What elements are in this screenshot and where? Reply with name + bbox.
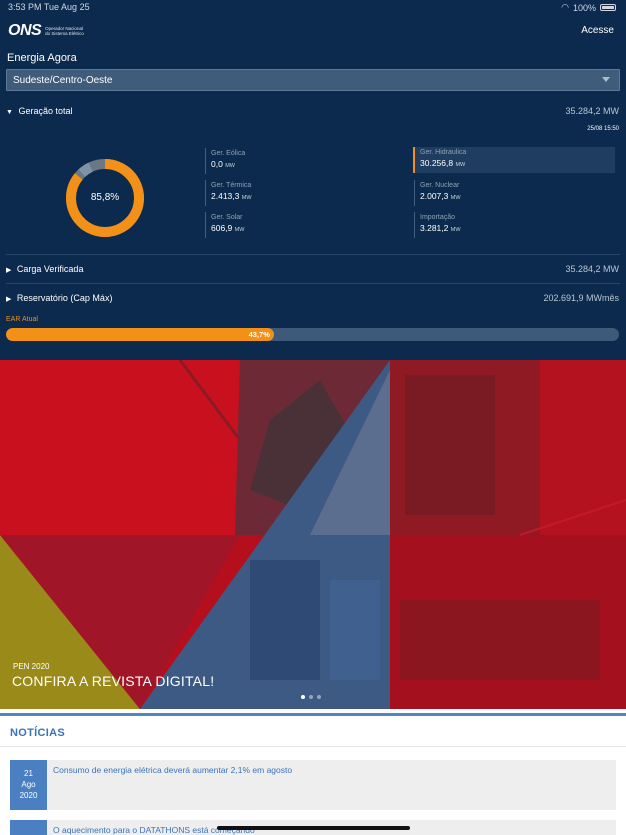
reservatorio-toggle[interactable]: ▶ Reservatório (Cap Máx) 202.691,9 MWmês xyxy=(6,293,619,303)
status-bar: 3:53 PM Tue Aug 25 ◠ 100% xyxy=(0,0,626,14)
divider xyxy=(6,283,620,284)
gen-item-hidraulica[interactable]: Ger. Hidraulica 30.256,8 MW xyxy=(413,147,615,173)
news-headline[interactable]: Consumo de energia elétrica deverá aumen… xyxy=(53,765,292,775)
gen-item-label: Ger. Nuclear xyxy=(420,182,460,189)
news-month: Ago xyxy=(21,780,36,789)
status-date: Tue Aug 25 xyxy=(43,2,90,12)
reservatorio-label: Reservatório (Cap Máx) xyxy=(16,293,113,303)
gen-item-termica[interactable]: Ger. Térmica 2.413,3 MW xyxy=(205,180,405,206)
gen-item-label: Ger. Solar xyxy=(211,214,243,221)
chevron-down-icon xyxy=(602,77,610,82)
gen-item-value: 2.007,3 MW xyxy=(420,191,461,201)
carousel-dots xyxy=(301,695,321,699)
hero-banner[interactable]: PEN 2020 CONFIRA A REVISTA DIGITAL! xyxy=(0,360,626,709)
gen-item-value: 3.281,2 MW xyxy=(420,223,461,233)
divider xyxy=(0,746,626,747)
status-time: 3:53 PM xyxy=(8,2,42,12)
carga-label: Carga Verificada xyxy=(16,264,84,274)
logo-text: Operador Nacional do Sistema Elétrico xyxy=(45,26,84,36)
news-year: 2020 xyxy=(19,791,38,800)
donut-center-label: 85,8% xyxy=(90,192,120,203)
divider xyxy=(6,254,620,255)
gen-item-label: Ger. Eólica xyxy=(211,150,246,157)
hero-image xyxy=(0,360,626,709)
ear-label: EAR Atual xyxy=(6,316,38,323)
geracao-total-toggle[interactable]: ▼ Geração total 35.284,2 MW xyxy=(6,106,619,116)
news-accent-rule xyxy=(0,713,626,716)
news-section: NOTÍCIAS 21 Ago 2020 Consumo de energia … xyxy=(0,709,626,835)
energy-panel: ONS Operador Nacional do Sistema Elétric… xyxy=(0,14,626,360)
geracao-total-label: Geração total xyxy=(18,106,73,116)
triangle-right-icon: ▶ xyxy=(6,296,12,303)
region-select[interactable]: Sudeste/Centro-Oeste xyxy=(6,69,620,91)
home-indicator[interactable] xyxy=(217,826,410,830)
section-title: Energia Agora xyxy=(7,52,77,64)
status-time-date: 3:53 PM Tue Aug 25 xyxy=(8,2,90,12)
battery-icon xyxy=(600,4,616,11)
update-timestamp: 25/08 15:50 xyxy=(587,126,619,132)
news-day: 21 xyxy=(24,769,33,778)
wifi-icon: ◠ xyxy=(561,2,569,12)
gen-item-label: Ger. Térmica xyxy=(211,182,252,189)
gen-item-nuclear[interactable]: Ger. Nuclear 2.007,3 MW xyxy=(414,180,614,206)
app-header: ONS Operador Nacional do Sistema Elétric… xyxy=(8,20,614,42)
gen-item-value: 0,0 MW xyxy=(211,159,235,169)
login-link[interactable]: Acesse xyxy=(581,25,614,36)
hero-title: CONFIRA A REVISTA DIGITAL! xyxy=(12,673,215,689)
carga-verificada-toggle[interactable]: ▶ Carga Verificada 35.284,2 MW xyxy=(6,264,619,274)
ear-progress-fill: 43,7% xyxy=(6,328,274,341)
battery-percent: 100% xyxy=(572,2,596,13)
triangle-down-icon: ▼ xyxy=(6,109,13,116)
gen-item-eolica[interactable]: Ger. Eólica 0,0 MW xyxy=(205,148,405,174)
carousel-dot[interactable] xyxy=(301,695,305,699)
gen-item-label: Importação xyxy=(420,214,456,221)
gen-item-value: 30.256,8 MW xyxy=(420,158,466,168)
news-card[interactable]: 21 Ago 2020 Consumo de energia elétrica … xyxy=(10,760,616,810)
gen-item-importacao[interactable]: Importação 3.281,2 MW xyxy=(414,212,614,238)
news-date xyxy=(10,820,47,835)
triangle-right-icon: ▶ xyxy=(6,267,12,274)
ons-logo[interactable]: ONS Operador Nacional do Sistema Elétric… xyxy=(8,22,85,40)
carga-value: 35.284,2 MW xyxy=(565,264,619,274)
gen-item-value: 606,9 MW xyxy=(211,223,245,233)
hero-subtitle: PEN 2020 xyxy=(13,662,50,671)
news-title: NOTÍCIAS xyxy=(10,727,65,739)
news-date: 21 Ago 2020 xyxy=(10,760,47,810)
gen-item-label: Ger. Hidraulica xyxy=(420,149,467,156)
region-select-value: Sudeste/Centro-Oeste xyxy=(13,75,113,86)
gen-item-solar[interactable]: Ger. Solar 606,9 MW xyxy=(205,212,405,238)
carousel-dot[interactable] xyxy=(317,695,321,699)
geracao-total-value: 35.284,2 MW xyxy=(565,106,619,116)
carousel-dot[interactable] xyxy=(309,695,313,699)
logo-mark: ONS xyxy=(8,22,42,39)
status-right: ◠ 100% xyxy=(561,2,616,13)
ear-progress-bar: 43,7% xyxy=(6,328,619,341)
reservatorio-value: 202.691,9 MWmês xyxy=(543,293,619,303)
ear-percent: 43,7% xyxy=(248,330,270,339)
gen-item-value: 2.413,3 MW xyxy=(211,191,252,201)
